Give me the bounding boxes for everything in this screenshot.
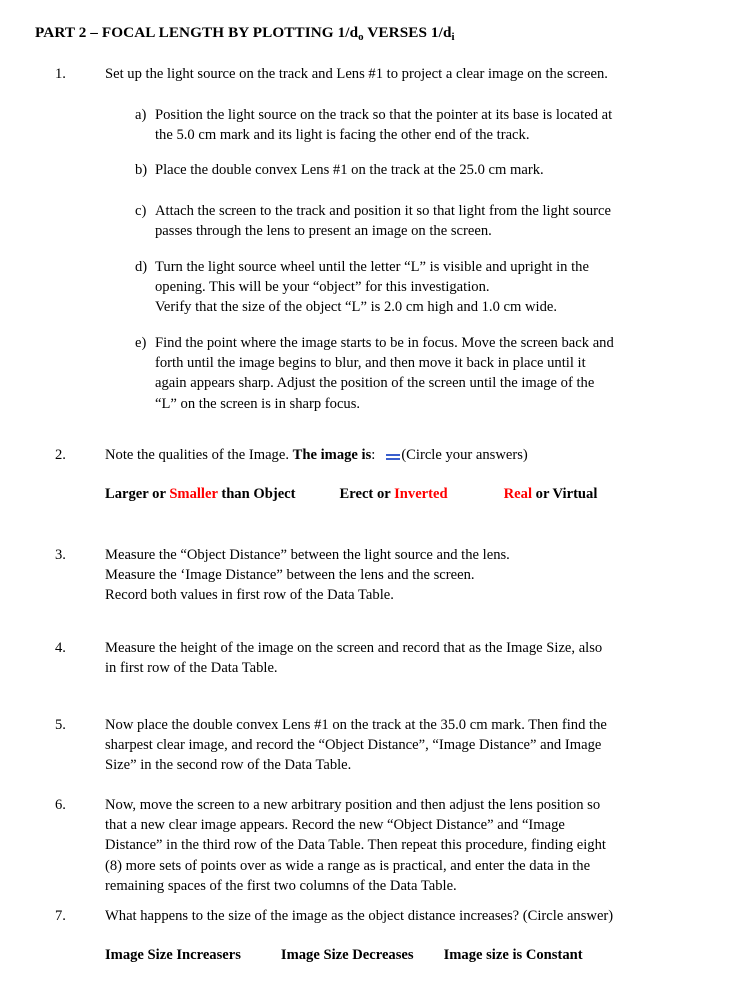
list-item-6: 6. Now, move the screen to a new arbitra… — [55, 795, 715, 896]
list-item-1-number: 1. — [55, 66, 66, 82]
list-item-1-text: Set up the light source on the track and… — [105, 66, 608, 82]
list-item-1c: c) Attach the screen to the track and po… — [135, 201, 715, 241]
list-item-1d: d) Turn the light source wheel until the… — [135, 257, 715, 318]
list-item-5: 5. Now place the double convex Lens #1 o… — [55, 715, 715, 776]
list-item-2-text: Note the qualities of the Image. The ima… — [105, 445, 528, 465]
page-title-prefix: PART 2 – FOCAL LENGTH BY PLOTTING 1/d — [35, 24, 359, 41]
answer-orientation-selected[interactable]: Inverted — [394, 486, 448, 502]
answer-type-post: or Virtual — [532, 486, 598, 502]
list-item-3-number: 3. — [55, 547, 66, 563]
list-item-1e-letter: e) — [135, 335, 147, 351]
page-title: PART 2 – FOCAL LENGTH BY PLOTTING 1/do V… — [35, 24, 455, 43]
list-item-5-text: Now place the double convex Lens #1 on t… — [105, 717, 607, 774]
list-item-1b: b) Place the double convex Lens #1 on th… — [135, 160, 715, 180]
list-item-4: 4. Measure the height of the image on th… — [55, 638, 715, 678]
answer-choice-constant[interactable]: Image size is Constant — [444, 947, 583, 963]
list-item-1d-text: Turn the light source wheel until the le… — [155, 259, 589, 316]
answer-choice-orientation[interactable]: Erect or Inverted — [340, 486, 448, 502]
answer-size-selected[interactable]: Smaller — [169, 486, 217, 502]
list-item-2-colon: : — [371, 447, 376, 463]
list-item-7: 7. What happens to the size of the image… — [55, 906, 735, 926]
list-item-2-circle-note: (Circle your answers) — [401, 447, 528, 463]
list-item-7-text: What happens to the size of the image as… — [105, 908, 614, 924]
worksheet-page: PART 2 – FOCAL LENGTH BY PLOTTING 1/do V… — [0, 0, 740, 996]
answer-size-pre: Larger or — [105, 486, 170, 502]
list-item-1a: a) Position the light source on the trac… — [135, 105, 715, 145]
list-item-2-bold-phrase: The image is — [292, 447, 372, 463]
list-item-4-number: 4. — [55, 640, 66, 656]
answer-size-post: than Object — [217, 486, 296, 502]
page-title-subscript-image: i — [451, 31, 455, 44]
list-item-3: 3. Measure the “Object Distance” between… — [55, 545, 715, 606]
list-item-4-text: Measure the height of the image on the s… — [105, 640, 603, 677]
list-item-2-lead: Note the qualities of the Image. — [105, 447, 293, 463]
list-item-1e: e) Find the point where the image starts… — [135, 333, 715, 414]
list-item-3-text: Measure the “Object Distance” between th… — [105, 547, 510, 604]
blue-pen-mark-icon — [386, 450, 401, 461]
page-title-middle: VERSES 1/d — [363, 24, 452, 41]
list-item-1e-text: Find the point where the image starts to… — [155, 335, 614, 412]
list-item-1c-letter: c) — [135, 203, 147, 219]
list-item-5-number: 5. — [55, 717, 66, 733]
answer-type-selected[interactable]: Real — [504, 486, 532, 502]
list-item-1d-letter: d) — [135, 259, 148, 275]
list-item-6-text: Now, move the screen to a new arbitrary … — [105, 797, 606, 894]
answer-choice-type[interactable]: Real or Virtual — [504, 486, 598, 502]
list-item-2-number: 2. — [55, 447, 66, 463]
list-item-1: 1. Set up the light source on the track … — [55, 64, 715, 84]
list-item-1c-text: Attach the screen to the track and posit… — [155, 203, 611, 240]
list-item-1b-text: Place the double convex Lens #1 on the t… — [155, 162, 544, 178]
answer-choices-row-image-size: Image Size Increasers Image Size Decrease… — [105, 945, 583, 965]
answer-orientation-pre: Erect or — [339, 486, 395, 502]
list-item-1a-letter: a) — [135, 107, 147, 123]
list-item-1a-text: Position the light source on the track s… — [155, 107, 613, 144]
list-item-1b-letter: b) — [135, 162, 148, 178]
answer-choice-size[interactable]: Larger or Smaller than Object — [105, 486, 296, 502]
list-item-7-number: 7. — [55, 908, 66, 924]
answer-choices-row-qualities: Larger or Smaller than Object Erect or In… — [105, 484, 597, 504]
list-item-6-number: 6. — [55, 797, 66, 813]
list-item-2: 2. Note the qualities of the Image. The … — [55, 445, 715, 465]
answer-choice-decreases[interactable]: Image Size Decreases — [281, 947, 414, 963]
answer-choice-increases[interactable]: Image Size Increasers — [105, 947, 241, 963]
